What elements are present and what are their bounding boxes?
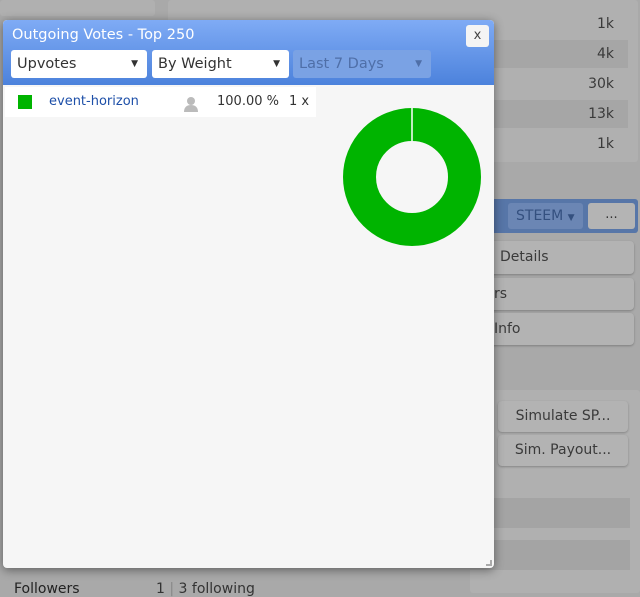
account-link[interactable]: event-horizon bbox=[49, 87, 139, 117]
simulate-sp-button[interactable]: Simulate SP... bbox=[498, 401, 628, 432]
info-button[interactable]: Info bbox=[470, 313, 634, 345]
chevron-down-icon: ▼ bbox=[273, 59, 280, 69]
outgoing-votes-dialog: Outgoing Votes - Top 250 x Upvotes ▼ By W… bbox=[3, 20, 494, 568]
details-label: Details bbox=[500, 249, 549, 265]
close-button[interactable]: x bbox=[466, 25, 489, 47]
sort-value: By Weight bbox=[158, 56, 232, 72]
currency-select-value: STEEM bbox=[516, 208, 564, 224]
currency-select[interactable]: STEEM ▼ bbox=[508, 203, 583, 229]
followers-count-value: 1 bbox=[156, 581, 165, 597]
vote-row[interactable]: event-horizon 100.00 % 1 x bbox=[5, 87, 316, 117]
dialog-header: Outgoing Votes - Top 250 x Upvotes ▼ By W… bbox=[3, 20, 494, 85]
period-value: Last 7 Days bbox=[299, 56, 384, 72]
more-button[interactable]: ... bbox=[588, 203, 635, 229]
followers-label: rs bbox=[494, 286, 508, 302]
followers-button[interactable]: rs bbox=[470, 278, 634, 310]
bg-row bbox=[470, 498, 630, 528]
chevron-down-icon: ▼ bbox=[415, 59, 422, 69]
sort-select[interactable]: By Weight ▼ bbox=[152, 50, 289, 78]
chevron-down-icon: ▼ bbox=[567, 213, 575, 223]
chevron-down-icon: ▼ bbox=[131, 59, 138, 69]
left-top-panel bbox=[0, 0, 155, 16]
user-icon bbox=[183, 94, 199, 112]
following-link[interactable]: 3 following bbox=[179, 581, 255, 597]
vote-type-value: Upvotes bbox=[17, 56, 77, 72]
sim-payout-button[interactable]: Sim. Payout... bbox=[498, 435, 628, 466]
followers-label: Followers bbox=[14, 581, 80, 597]
vote-type-select[interactable]: Upvotes ▼ bbox=[11, 50, 147, 78]
resize-handle[interactable] bbox=[486, 560, 492, 566]
donut-chart bbox=[343, 108, 481, 246]
vote-percent: 100.00 % bbox=[217, 94, 279, 109]
details-button[interactable]: Details bbox=[470, 241, 634, 274]
dialog-title: Outgoing Votes - Top 250 bbox=[12, 27, 195, 43]
bg-row bbox=[470, 540, 630, 570]
followers-count: 1 | 3 following bbox=[156, 581, 255, 597]
vote-count: 1 x bbox=[289, 94, 310, 109]
info-label: Info bbox=[494, 321, 521, 337]
period-select: Last 7 Days ▼ bbox=[293, 50, 431, 78]
color-swatch bbox=[18, 95, 32, 109]
